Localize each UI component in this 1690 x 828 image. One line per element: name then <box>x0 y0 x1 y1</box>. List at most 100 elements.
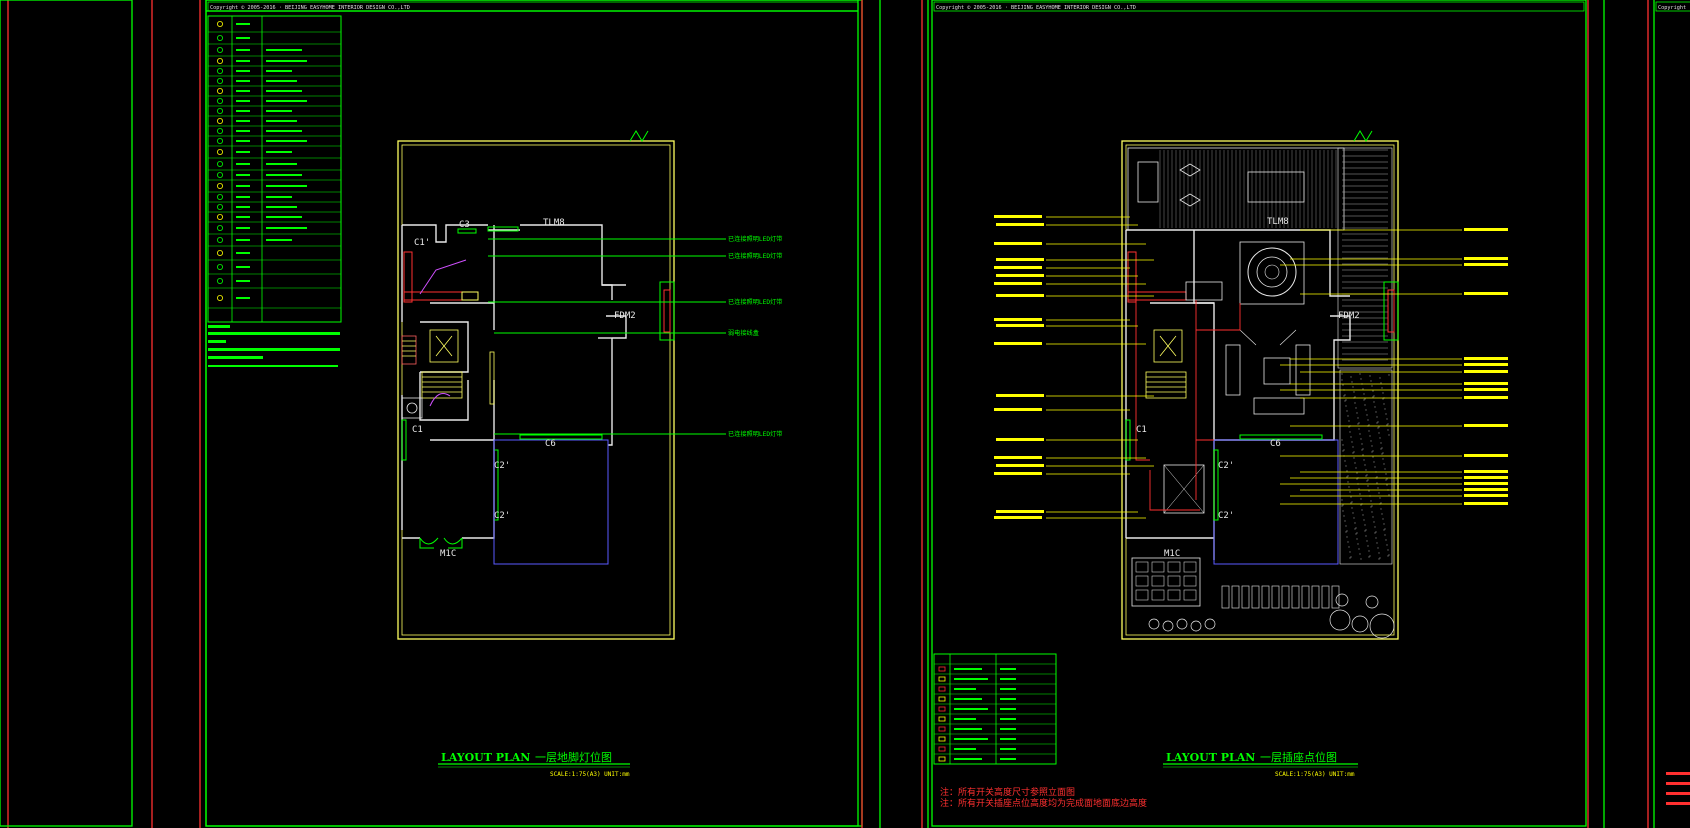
annotation-text <box>1464 388 1508 391</box>
legend-symbol <box>216 98 223 105</box>
socket-symbol <box>938 676 946 682</box>
socket-height <box>1000 708 1016 710</box>
legend-code <box>236 297 250 299</box>
annotation-text <box>1464 502 1508 505</box>
socket-height <box>1000 698 1016 700</box>
legend-symbol <box>216 58 223 65</box>
socket-symbol <box>938 686 946 692</box>
socket-desc <box>954 748 976 750</box>
legend-symbol <box>216 148 223 155</box>
legend-table <box>207 15 342 367</box>
annotation-text <box>996 294 1044 297</box>
socket-height <box>1000 668 1016 670</box>
annotation-text <box>1464 292 1508 295</box>
label-c2a-right: C2' <box>1218 461 1234 471</box>
socket-height <box>1000 728 1016 730</box>
socket-symbol <box>938 736 946 742</box>
legend-code <box>236 120 250 122</box>
legend-desc <box>266 216 302 218</box>
legend-desc <box>266 163 297 165</box>
legend-code <box>236 49 250 51</box>
legend-code <box>236 206 250 208</box>
annotation-text <box>996 464 1044 467</box>
label-m1c-left: M1C <box>440 549 456 559</box>
socket-symbol <box>938 706 946 712</box>
legend-symbol <box>216 35 223 42</box>
label-c6-left: C6 <box>545 439 556 449</box>
annotation-text <box>994 215 1042 218</box>
legend-code <box>236 196 250 198</box>
legend-code <box>236 110 250 112</box>
tree <box>1190 620 1202 632</box>
annotation-text <box>1464 363 1508 366</box>
socket-desc <box>954 708 988 710</box>
tree <box>1176 618 1188 630</box>
socket-desc <box>954 698 982 700</box>
legend-code <box>236 227 250 229</box>
legend-desc <box>266 206 297 208</box>
annotation-text <box>1464 470 1508 473</box>
legend-symbol <box>216 171 223 178</box>
tree <box>1204 618 1216 630</box>
socket-symbol <box>938 756 946 762</box>
legend-symbol <box>216 88 223 95</box>
legend-desc <box>266 120 297 122</box>
tree <box>1365 595 1379 609</box>
legend-desc <box>266 227 307 229</box>
legend-code <box>236 80 250 82</box>
plan-left-callouts: 已连接照明LED灯带 已连接照明LED灯带 已连接照明LED灯带 弱电接线盒 已… <box>728 235 783 438</box>
legend-code <box>236 70 250 72</box>
legend-desc <box>266 90 302 92</box>
label-c2b-right: C2' <box>1218 511 1234 521</box>
callout-5: 已连接照明LED灯带 <box>728 430 783 438</box>
socket-height <box>1000 678 1016 680</box>
callout-1: 已连接照明LED灯带 <box>728 235 783 243</box>
annotation-text <box>996 438 1044 441</box>
note-1: 注：所有开关高度尺寸参照立面图 <box>940 786 1075 798</box>
title-block-left: LAYOUT PLAN 一层地脚灯位图 SCALE:1:75(A3) UNIT:… <box>438 750 630 778</box>
annotation-text <box>996 324 1044 327</box>
socket-desc <box>954 718 976 720</box>
legend-symbol <box>216 47 223 54</box>
legend-symbol <box>216 160 223 167</box>
label-c1-left: C1 <box>412 425 423 435</box>
legend-desc <box>266 185 307 187</box>
tree <box>1369 613 1395 639</box>
legend-desc <box>266 70 292 72</box>
annotation-text <box>1464 396 1508 399</box>
legend-symbol <box>216 294 223 301</box>
legend-code <box>236 266 250 268</box>
legend-symbol <box>216 213 223 220</box>
socket-height <box>1000 718 1016 720</box>
annotation-text <box>996 394 1044 397</box>
annotation-text <box>1464 482 1508 485</box>
socket-height <box>1000 688 1016 690</box>
annotation-text <box>994 408 1042 411</box>
annotation-text <box>1464 228 1508 231</box>
legend-code <box>236 185 250 187</box>
label-c3-left: C3 <box>459 220 470 230</box>
label-fdm2-right: FDM2 <box>1338 311 1360 321</box>
annotation-text <box>996 274 1044 277</box>
annotation-text <box>1464 476 1508 479</box>
tree <box>1162 620 1174 632</box>
legend-symbol <box>216 20 223 27</box>
annotation-text <box>994 318 1042 321</box>
cad-drawing-canvas[interactable]: Copyright © 2005-2016 · BEIJING EASYHOME… <box>0 0 1690 828</box>
legend-desc <box>266 140 307 142</box>
socket-symbol <box>938 696 946 702</box>
socket-legend-table <box>933 653 1057 765</box>
legend-desc <box>266 110 292 112</box>
annotation-text <box>996 223 1044 226</box>
label-m1c-right: M1C <box>1164 549 1180 559</box>
legend-code <box>236 280 250 282</box>
legend-symbol <box>216 137 223 144</box>
copyright-right: Copyright © 2005-2016 · BEIJING EASYHOME… <box>936 5 1136 11</box>
legend-desc <box>266 174 302 176</box>
legend-code <box>236 239 250 241</box>
legend-code <box>236 130 250 132</box>
annotation-text <box>994 472 1042 475</box>
label-c1-right: C1 <box>1136 425 1147 435</box>
socket-desc <box>954 678 988 680</box>
legend-code <box>236 252 250 254</box>
